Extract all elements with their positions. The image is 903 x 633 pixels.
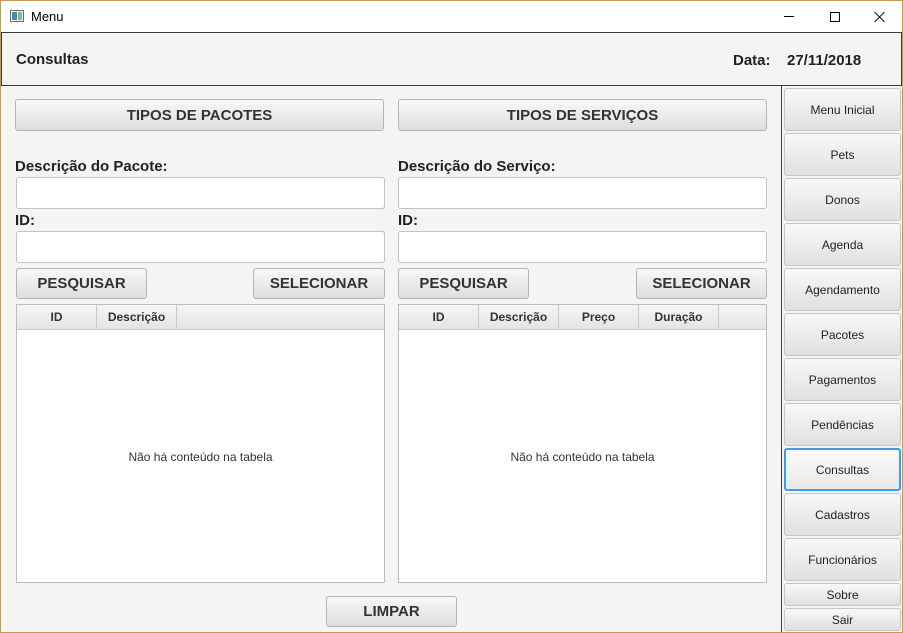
service-id-input[interactable] — [398, 231, 767, 263]
service-search-button[interactable]: PESQUISAR — [398, 268, 529, 299]
sidebar-item-pendencias[interactable]: Pendências — [784, 403, 901, 446]
page-header: Consultas Data: 27/11/2018 — [1, 32, 902, 86]
package-search-button[interactable]: PESQUISAR — [16, 268, 147, 299]
sidebar-item-funcionarios[interactable]: Funcionários — [784, 538, 901, 581]
service-table[interactable]: ID Descrição Preço Duração Não há conteú… — [398, 304, 767, 583]
date-label: Data: — [733, 52, 771, 69]
service-col-price[interactable]: Preço — [559, 305, 639, 329]
sidebar-item-menu-inicial[interactable]: Menu Inicial — [784, 88, 901, 131]
package-table[interactable]: ID Descrição Não há conteúdo na tabela — [16, 304, 385, 583]
clear-button[interactable]: LIMPAR — [326, 596, 457, 627]
service-id-label: ID: — [398, 212, 418, 229]
service-types-button[interactable]: TIPOS DE SERVIÇOS — [398, 99, 767, 131]
close-icon — [874, 11, 886, 23]
package-id-label: ID: — [15, 212, 35, 229]
sidebar-item-pets[interactable]: Pets — [784, 133, 901, 176]
service-col-duration[interactable]: Duração — [639, 305, 719, 329]
date-value: 27/11/2018 — [787, 52, 862, 69]
service-col-id[interactable]: ID — [399, 305, 479, 329]
package-types-button[interactable]: TIPOS DE PACOTES — [15, 99, 384, 131]
package-select-button[interactable]: SELECIONAR — [253, 268, 385, 299]
sidebar-item-donos[interactable]: Donos — [784, 178, 901, 221]
service-description-label: Descrição do Serviço: — [398, 158, 556, 175]
title-bar: Menu — [1, 1, 902, 32]
sidebar: Menu Inicial Pets Donos Agenda Agendamen… — [781, 86, 902, 632]
sidebar-item-cadastros[interactable]: Cadastros — [784, 493, 901, 536]
app-icon — [10, 10, 24, 22]
minimize-button[interactable] — [766, 1, 812, 32]
maximize-icon — [830, 11, 840, 22]
package-description-label: Descrição do Pacote: — [15, 158, 168, 175]
service-col-description[interactable]: Descrição — [479, 305, 559, 329]
sidebar-item-consultas[interactable]: Consultas — [784, 448, 901, 491]
package-table-header: ID Descrição — [17, 305, 384, 330]
package-col-description[interactable]: Descrição — [97, 305, 177, 329]
sidebar-item-agenda[interactable]: Agenda — [784, 223, 901, 266]
package-description-input[interactable] — [16, 177, 385, 209]
service-description-input[interactable] — [398, 177, 767, 209]
package-table-empty-message: Não há conteúdo na tabela — [128, 450, 273, 464]
minimize-icon — [784, 16, 794, 17]
sidebar-item-agendamento[interactable]: Agendamento — [784, 268, 901, 311]
app-window: Menu Consultas Data: 27/11/2018 TIPOS DE… — [0, 0, 903, 633]
sidebar-item-pacotes[interactable]: Pacotes — [784, 313, 901, 356]
page-title: Consultas — [16, 51, 89, 68]
service-select-button[interactable]: SELECIONAR — [636, 268, 767, 299]
service-table-empty-message: Não há conteúdo na tabela — [510, 450, 655, 464]
sidebar-item-sair[interactable]: Sair — [784, 608, 901, 631]
maximize-button[interactable] — [812, 1, 858, 32]
window-title: Menu — [31, 9, 64, 24]
sidebar-item-sobre[interactable]: Sobre — [784, 583, 901, 606]
service-table-header: ID Descrição Preço Duração — [399, 305, 766, 330]
package-col-id[interactable]: ID — [17, 305, 97, 329]
close-button[interactable] — [857, 1, 902, 32]
sidebar-item-pagamentos[interactable]: Pagamentos — [784, 358, 901, 401]
package-id-input[interactable] — [16, 231, 385, 263]
